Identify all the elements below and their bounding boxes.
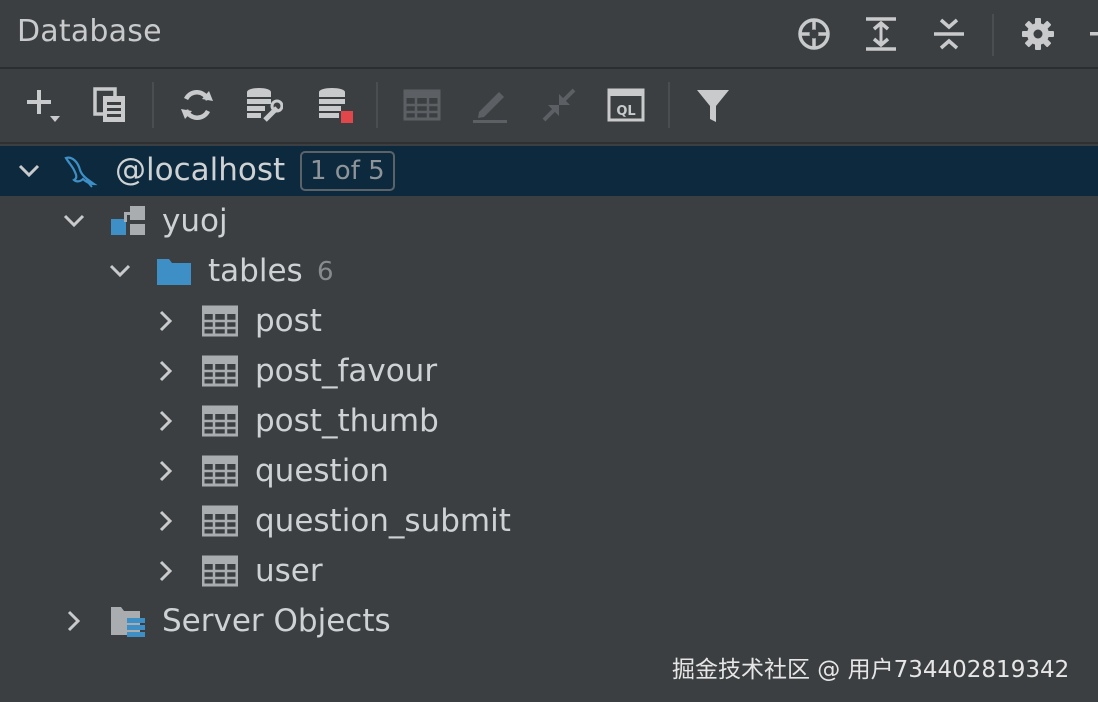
database-tool-window: Database QL @localhost 1 of 5 yuoj table… <box>0 0 1098 702</box>
host-schemas-badge[interactable]: 1 of 5 <box>300 151 395 191</box>
table-icon <box>202 355 238 387</box>
chevron-down-icon[interactable] <box>62 209 86 233</box>
schema-label: yuoj <box>162 203 228 239</box>
data-source-properties-icon[interactable] <box>245 86 283 124</box>
chevron-right-icon[interactable] <box>154 309 178 333</box>
tool-window-title: Database <box>17 14 162 49</box>
table-label: user <box>255 553 323 589</box>
table-icon <box>202 555 238 587</box>
chevron-down-icon[interactable] <box>17 159 41 183</box>
refresh-icon[interactable] <box>178 86 216 124</box>
stop-icon[interactable] <box>316 86 354 124</box>
server-objects-icon <box>111 607 145 637</box>
table-label: question_submit <box>255 503 511 539</box>
tree-node-server-objects[interactable]: Server Objects <box>0 596 1098 646</box>
tool-window-header: Database <box>0 0 1098 69</box>
add-icon[interactable] <box>24 86 62 124</box>
chevron-right-icon[interactable] <box>62 609 86 633</box>
filter-icon[interactable] <box>694 86 732 124</box>
tree-node-table[interactable]: question <box>0 446 1098 496</box>
svg-text:QL: QL <box>616 104 635 119</box>
expand-all-icon[interactable] <box>863 16 899 52</box>
folder-icon <box>157 259 191 285</box>
query-console-icon[interactable]: QL <box>607 86 645 124</box>
jump-to-source-icon <box>542 88 576 122</box>
table-label: question <box>255 453 389 489</box>
hide-icon[interactable] <box>1084 16 1098 52</box>
toolbar-separator <box>668 82 670 128</box>
tables-folder-label: tables <box>208 253 303 289</box>
tree-node-table[interactable]: question_submit <box>0 496 1098 546</box>
table-icon <box>202 455 238 487</box>
watermark: 掘金技术社区 @ 用户734402819342 <box>672 657 1070 683</box>
toolbar-separator <box>152 82 154 128</box>
table-label: post <box>255 303 322 339</box>
tree-node-schema[interactable]: yuoj <box>0 196 1098 246</box>
tree-node-table[interactable]: user <box>0 546 1098 596</box>
chevron-right-icon[interactable] <box>154 409 178 433</box>
chevron-right-icon[interactable] <box>154 359 178 383</box>
header-separator <box>992 14 994 56</box>
tree-node-table[interactable]: post <box>0 296 1098 346</box>
table-label: post_favour <box>255 353 438 389</box>
tree-node-tables-folder[interactable]: tables 6 <box>0 246 1098 296</box>
tree-node-table[interactable]: post_thumb <box>0 396 1098 446</box>
server-objects-label: Server Objects <box>162 603 391 639</box>
table-icon <box>202 505 238 537</box>
collapse-all-icon[interactable] <box>931 16 967 52</box>
chevron-down-icon[interactable] <box>108 259 132 283</box>
chevron-right-icon[interactable] <box>154 459 178 483</box>
duplicate-icon[interactable] <box>91 86 129 124</box>
table-editor-icon <box>403 89 441 121</box>
table-icon <box>202 405 238 437</box>
chevron-right-icon[interactable] <box>154 509 178 533</box>
gear-icon[interactable] <box>1020 16 1056 52</box>
tree-node-table[interactable]: post_favour <box>0 346 1098 396</box>
toolbar-separator <box>376 82 378 128</box>
mysql-dolphin-icon <box>64 156 98 188</box>
host-label: @localhost <box>115 152 286 188</box>
tables-count: 6 <box>317 257 334 287</box>
database-tree: @localhost 1 of 5 yuoj tables 6 post pos… <box>0 144 1098 654</box>
edit-icon <box>473 92 507 123</box>
table-icon <box>202 305 238 337</box>
schema-icon <box>111 206 145 235</box>
table-label: post_thumb <box>255 403 439 439</box>
locate-icon[interactable] <box>796 16 832 52</box>
chevron-right-icon[interactable] <box>154 559 178 583</box>
tree-node-host[interactable]: @localhost 1 of 5 <box>0 146 1098 196</box>
